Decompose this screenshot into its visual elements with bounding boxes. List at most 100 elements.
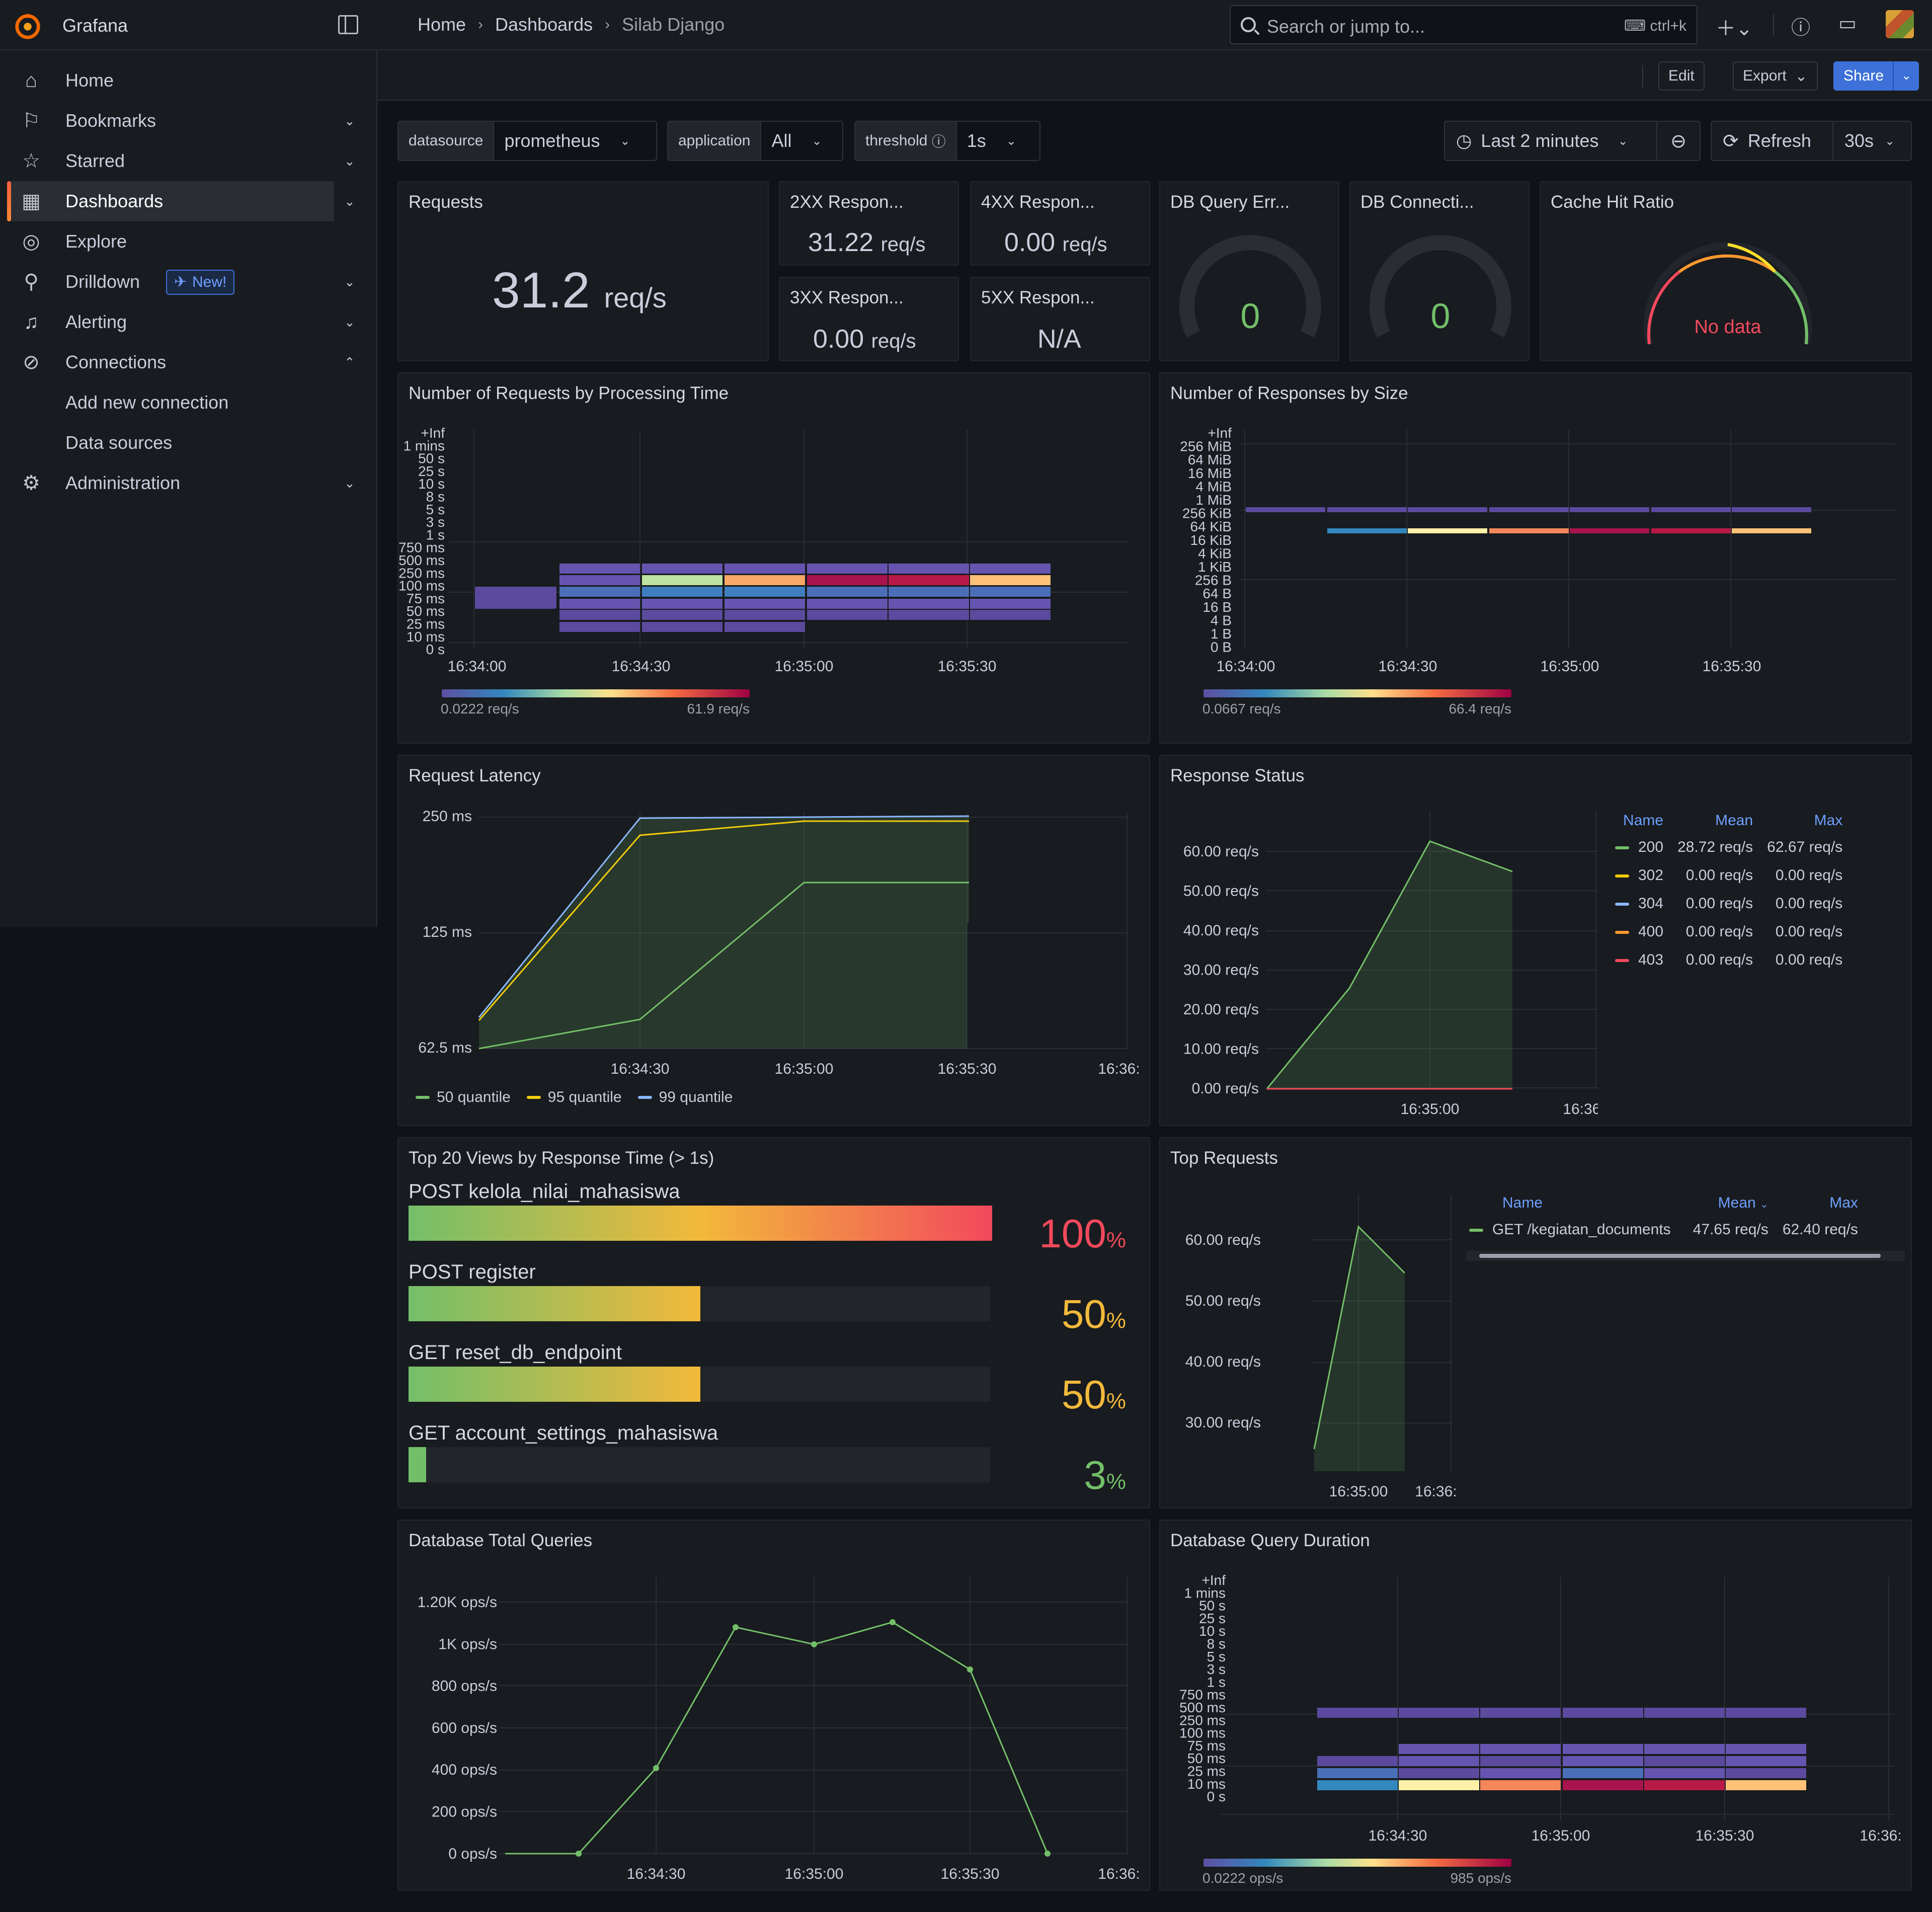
heatmap-cell[interactable] — [970, 575, 1051, 585]
threshold-select[interactable]: 1s ⌄ — [956, 122, 1026, 160]
sidebar-item-bookmarks[interactable]: ⚐ Bookmarks ⌄ — [0, 101, 377, 141]
db-total-queries-panel[interactable]: Database Total Queries 1.20K ops/s 1K ops… — [397, 1520, 1150, 1891]
heatmap-cell[interactable] — [725, 564, 805, 574]
heatmap-cell[interactable] — [1563, 1756, 1643, 1766]
heatmap-cell[interactable] — [1399, 1708, 1479, 1718]
heatmap-cell[interactable] — [1644, 1768, 1725, 1778]
heatmap-cell[interactable] — [1327, 507, 1407, 512]
heatmap-cell[interactable] — [1489, 507, 1569, 512]
heatmap-cell[interactable] — [889, 587, 969, 597]
bar-gauge-track[interactable] — [409, 1367, 990, 1402]
response-size-heatmap-panel[interactable]: Number of Responses by Size +Inf 256 MiB 6… — [1159, 372, 1912, 744]
help-icon[interactable]: ⓘ — [1791, 12, 1810, 40]
heatmap-cell[interactable] — [1651, 528, 1731, 533]
chevron-down-icon[interactable]: ⌄ — [344, 314, 355, 330]
heatmap-cell[interactable] — [889, 575, 969, 585]
heatmap-cell[interactable] — [1651, 507, 1731, 512]
heatmap-cell[interactable] — [807, 564, 888, 574]
application-select[interactable]: All ⌄ — [761, 122, 832, 160]
chevron-down-icon[interactable]: ⌄ — [344, 274, 355, 290]
heatmap-cell[interactable] — [642, 599, 722, 609]
application-variable[interactable]: application All ⌄ — [667, 121, 843, 161]
heatmap-cell[interactable] — [1726, 1780, 1806, 1790]
heatmap-cell[interactable] — [1644, 1780, 1725, 1790]
heatmap-cell[interactable] — [1480, 1708, 1561, 1718]
datasource-select[interactable]: prometheus ⌄ — [494, 122, 640, 160]
heatmap-cell[interactable] — [970, 587, 1051, 597]
sidebar-item-starred[interactable]: ☆ Starred ⌄ — [0, 141, 377, 181]
heatmap-cell[interactable] — [559, 610, 640, 620]
db-connection-panel[interactable]: DB Connecti... 0 — [1349, 181, 1530, 361]
2xx-responses-panel[interactable]: 2XX Respon... 31.22 req/s — [779, 181, 959, 266]
legend-row[interactable]: 302 0.00 req/s 0.00 req/s — [1608, 861, 1849, 890]
heatmap-cell[interactable] — [1570, 528, 1649, 533]
heatmap-cell[interactable] — [1563, 1768, 1643, 1778]
scrollbar-thumb[interactable] — [1479, 1254, 1881, 1258]
legend-row[interactable]: 304 0.00 req/s 0.00 req/s — [1608, 890, 1849, 918]
legend-item[interactable]: 99 quantile — [637, 1089, 733, 1106]
export-button[interactable]: Export ⌄ — [1733, 61, 1818, 91]
heatmap-cell[interactable] — [559, 564, 640, 574]
column-header[interactable]: Name — [1462, 1190, 1678, 1216]
bar-gauge-track[interactable] — [409, 1447, 990, 1482]
heatmap-cell[interactable] — [1732, 507, 1811, 512]
column-header-sorted[interactable]: Mean ⌄ — [1678, 1190, 1776, 1216]
legend-row[interactable]: 200 28.72 req/s 62.67 req/s — [1608, 833, 1849, 861]
horizontal-scrollbar[interactable] — [1466, 1251, 1905, 1261]
sidebar-item-drilldown[interactable]: ⚲ Drilldown New! ⌄ — [0, 262, 377, 302]
heatmap-cell[interactable] — [1480, 1768, 1561, 1778]
heatmap-cell[interactable] — [1726, 1708, 1806, 1718]
processing-time-heatmap-panel[interactable]: Number of Requests by Processing Time +I… — [397, 372, 1150, 744]
3xx-responses-panel[interactable]: 3XX Respon... 0.00 req/s — [779, 277, 959, 361]
heatmap-cell[interactable] — [725, 575, 805, 585]
sidebar-item-home[interactable]: ⌂ Home — [0, 60, 377, 101]
top-requests-panel[interactable]: Top Requests 60.00 req/s 50.00 req/s 40.00… — [1159, 1137, 1912, 1508]
db-query-duration-panel[interactable]: Database Query Duration +Inf 1 mins 50 s 25… — [1159, 1520, 1912, 1891]
heatmap-cell[interactable] — [1726, 1756, 1806, 1766]
legend-row[interactable]: 403 0.00 req/s 0.00 req/s — [1608, 946, 1849, 974]
info-icon[interactable]: ⓘ — [932, 131, 946, 151]
sidebar-item-alerting[interactable]: ♫ Alerting ⌄ — [0, 302, 377, 342]
heatmap-cell[interactable] — [807, 587, 888, 597]
cache-hit-ratio-panel[interactable]: Cache Hit Ratio No data — [1540, 181, 1912, 361]
heatmap-cell[interactable] — [475, 587, 556, 608]
dock-menu-icon[interactable] — [338, 15, 358, 34]
data-point[interactable] — [653, 1765, 659, 1771]
heatmap-cell[interactable] — [1563, 1708, 1643, 1718]
5xx-responses-panel[interactable]: 5XX Respon... N/A — [970, 277, 1150, 361]
db-query-errors-panel[interactable]: DB Query Err... 0 — [1159, 181, 1339, 361]
heatmap-cell[interactable] — [807, 610, 888, 620]
time-range-picker[interactable]: ◷ Last 2 minutes ⌄ — [1444, 121, 1657, 161]
bar-gauge-track[interactable] — [409, 1206, 992, 1241]
heatmap-cell[interactable] — [807, 599, 888, 609]
threshold-variable[interactable]: threshold ⓘ 1s ⌄ — [854, 121, 1040, 161]
avatar[interactable] — [1886, 10, 1914, 38]
heatmap-cell[interactable] — [1726, 1744, 1806, 1754]
heatmap-cell[interactable] — [1317, 1768, 1398, 1778]
heatmap-cell[interactable] — [1408, 507, 1487, 512]
heatmap-cell[interactable] — [642, 575, 722, 585]
heatmap-cell[interactable] — [642, 610, 722, 620]
data-point[interactable] — [811, 1641, 817, 1647]
request-latency-panel[interactable]: Request Latency 250 ms 125 ms 62.5 ms 16:3… — [397, 755, 1150, 1126]
zoom-out-button[interactable]: ⊖ — [1656, 121, 1701, 161]
heatmap-cell[interactable] — [807, 575, 888, 585]
heatmap-cell[interactable] — [725, 622, 805, 632]
column-header[interactable]: Mean — [1670, 808, 1760, 833]
heatmap-cell[interactable] — [725, 610, 805, 620]
heatmap-cell[interactable] — [1399, 1744, 1479, 1754]
data-point[interactable] — [733, 1624, 739, 1630]
column-header[interactable]: Name — [1608, 808, 1670, 833]
data-point[interactable] — [890, 1619, 896, 1625]
column-header[interactable]: Max — [1760, 808, 1849, 833]
share-button[interactable]: Share — [1833, 61, 1894, 91]
heatmap-cell[interactable] — [1644, 1756, 1725, 1766]
heatmap-cell[interactable] — [1246, 507, 1325, 512]
breadcrumb-home[interactable]: Home — [418, 14, 466, 35]
grafana-logo-icon[interactable] — [13, 11, 42, 40]
heatmap-cell[interactable] — [642, 564, 722, 574]
refresh-button[interactable]: ⟳ Refresh — [1711, 121, 1833, 161]
legend-item[interactable]: 95 quantile — [526, 1089, 622, 1106]
heatmap-cell[interactable] — [1732, 528, 1811, 533]
chevron-down-icon[interactable]: ⌄ — [344, 113, 355, 129]
